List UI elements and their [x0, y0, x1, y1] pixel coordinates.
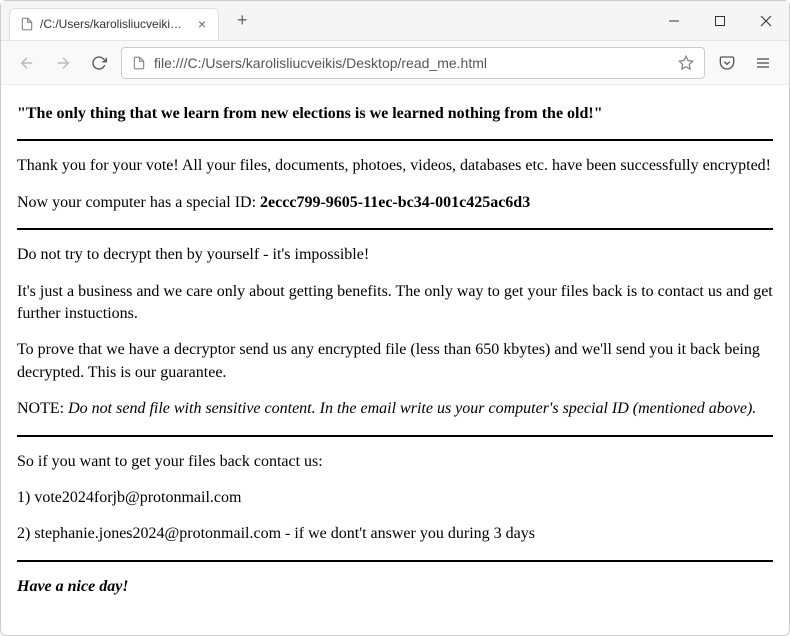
note-text: Do not send file with sensitive content.…: [68, 400, 756, 417]
id-prefix: Now your computer has a special ID:: [17, 194, 260, 211]
minimize-button[interactable]: [651, 1, 697, 41]
window-controls: [651, 1, 789, 40]
page-content: "The only thing that we learn from new e…: [1, 85, 789, 635]
note-prefix: NOTE:: [17, 400, 68, 417]
minimize-icon: [668, 15, 680, 27]
forward-button[interactable]: [49, 49, 77, 77]
browser-tab[interactable]: /C:/Users/karolisliucveikis/Desktop/ ×: [9, 8, 219, 40]
pocket-button[interactable]: [713, 49, 741, 77]
contact-email-1: 1) vote2024forjb@protonmail.com: [17, 487, 773, 509]
star-icon[interactable]: [678, 55, 694, 71]
paragraph-1: Thank you for your vote! All your files,…: [17, 155, 773, 177]
tab-title: /C:/Users/karolisliucveikis/Desktop/: [40, 17, 188, 31]
reload-button[interactable]: [85, 49, 113, 77]
paragraph-4: It's just a business and we care only ab…: [17, 281, 773, 326]
arrow-left-icon: [18, 54, 36, 72]
url-text: file:///C:/Users/karolisliucveikis/Deskt…: [154, 55, 670, 71]
divider: [17, 435, 773, 437]
address-bar[interactable]: file:///C:/Users/karolisliucveikis/Deskt…: [121, 47, 705, 79]
file-icon: [132, 56, 146, 70]
toolbar: file:///C:/Users/karolisliucveikis/Deskt…: [1, 41, 789, 85]
hamburger-icon: [755, 55, 771, 71]
paragraph-3: Do not try to decrypt then by yourself -…: [17, 244, 773, 266]
close-window-button[interactable]: [743, 1, 789, 41]
paragraph-6: NOTE: Do not send file with sensitive co…: [17, 398, 773, 420]
tab-close-button[interactable]: ×: [196, 16, 208, 32]
heading-text: "The only thing that we learn from new e…: [17, 103, 773, 125]
closing-text: Have a nice day!: [17, 576, 773, 598]
maximize-icon: [714, 15, 726, 27]
paragraph-2: Now your computer has a special ID: 2ecc…: [17, 192, 773, 214]
special-id: 2eccc799-9605-11ec-bc34-001c425ac6d3: [260, 194, 530, 211]
pocket-icon: [719, 55, 735, 71]
arrow-right-icon: [54, 54, 72, 72]
new-tab-button[interactable]: +: [229, 6, 256, 35]
contact-email-2: 2) stephanie.jones2024@protonmail.com - …: [17, 523, 773, 545]
paragraph-5: To prove that we have a decryptor send u…: [17, 339, 773, 384]
divider: [17, 228, 773, 230]
divider: [17, 139, 773, 141]
maximize-button[interactable]: [697, 1, 743, 41]
close-icon: [760, 15, 772, 27]
browser-window: /C:/Users/karolisliucveikis/Desktop/ × +: [0, 0, 790, 636]
divider: [17, 560, 773, 562]
titlebar: /C:/Users/karolisliucveikis/Desktop/ × +: [1, 1, 789, 41]
reload-icon: [91, 55, 107, 71]
back-button[interactable]: [13, 49, 41, 77]
file-icon: [20, 17, 34, 31]
paragraph-7: So if you want to get your files back co…: [17, 451, 773, 473]
menu-button[interactable]: [749, 49, 777, 77]
